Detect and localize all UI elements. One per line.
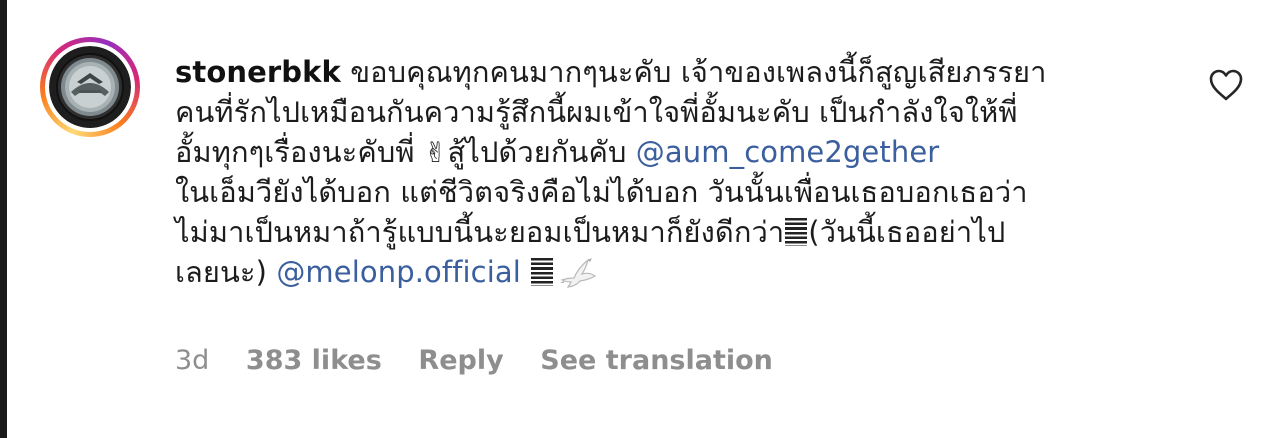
see-translation-button[interactable]: See translation bbox=[540, 345, 773, 376]
comment-text-line-3: อั้มทุกๆเรื่องนะคับพี่ bbox=[175, 135, 415, 169]
comment-text-line-4: ในเอ็มวียังได้บอก แต่ชีวิตจริงคือไม่ได้บ… bbox=[175, 175, 1028, 209]
comment-line-3: อั้มทุกๆเรื่องนะคับพี่ ✌สู้ไปด้วยกันคับ … bbox=[175, 132, 1185, 172]
comment-meta-row: 3d 383 likes Reply See translation bbox=[175, 343, 801, 379]
mention-link-melonp[interactable]: @melonp.official bbox=[276, 255, 521, 289]
comment-text-line-3b: สู้ไปด้วยกันคับ bbox=[447, 135, 627, 169]
comment-line-1: stonerbkk ขอบคุณทุกคนมากๆนะคับ เจ้าของเพ… bbox=[175, 52, 1185, 92]
comment-likes[interactable]: 383 likes bbox=[246, 345, 382, 376]
mention-link-aum[interactable]: @aum_come2gether bbox=[636, 135, 940, 169]
comment-text-line-5b: (วันนี้เธออย่าไป bbox=[808, 215, 1006, 249]
comment-item: stonerbkk ขอบคุณทุกคนมากๆนะคับ เจ้าของเพ… bbox=[0, 0, 1280, 438]
comment-time[interactable]: 3d bbox=[175, 345, 209, 376]
dove-icon bbox=[558, 254, 598, 290]
comment-text-line-2: คนที่รักไปเหมือนกันความรู้สึกนี้ผมเข้าใจ… bbox=[175, 95, 1018, 129]
comment-text-line-6: เลยนะ) bbox=[175, 255, 267, 289]
avatar[interactable] bbox=[40, 37, 140, 137]
comment-line-6: เลยนะ) @melonp.official bbox=[175, 252, 1185, 292]
peace-emoji-icon: ✌ bbox=[423, 136, 448, 169]
comment-line-4: ในเอ็มวียังได้บอก แต่ชีวิตจริงคือไม่ได้บ… bbox=[175, 172, 1185, 212]
comment-username[interactable]: stonerbkk bbox=[175, 55, 341, 89]
comment-text: stonerbkk ขอบคุณทุกคนมากๆนะคับ เจ้าของเพ… bbox=[175, 52, 1185, 292]
comment-line-5: ไม่มาเป็นหมาถ้ารู้แบบนี้นะยอมเป็นหมาก็ยั… bbox=[175, 212, 1185, 252]
bars-emoji-icon bbox=[531, 258, 554, 286]
comment-text-line-1: ขอบคุณทุกคนมากๆนะคับ เจ้าของเพลงนี้ก็สูญ… bbox=[350, 55, 1047, 89]
avatar-logo-icon bbox=[49, 46, 131, 128]
reply-button[interactable]: Reply bbox=[418, 345, 503, 376]
comment-line-2: คนที่รักไปเหมือนกันความรู้สึกนี้ผมเข้าใจ… bbox=[175, 92, 1185, 132]
comment-text-line-5: ไม่มาเป็นหมาถ้ารู้แบบนี้นะยอมเป็นหมาก็ยั… bbox=[175, 215, 785, 249]
bars-emoji-icon bbox=[785, 218, 808, 246]
heart-icon[interactable] bbox=[1208, 68, 1244, 102]
